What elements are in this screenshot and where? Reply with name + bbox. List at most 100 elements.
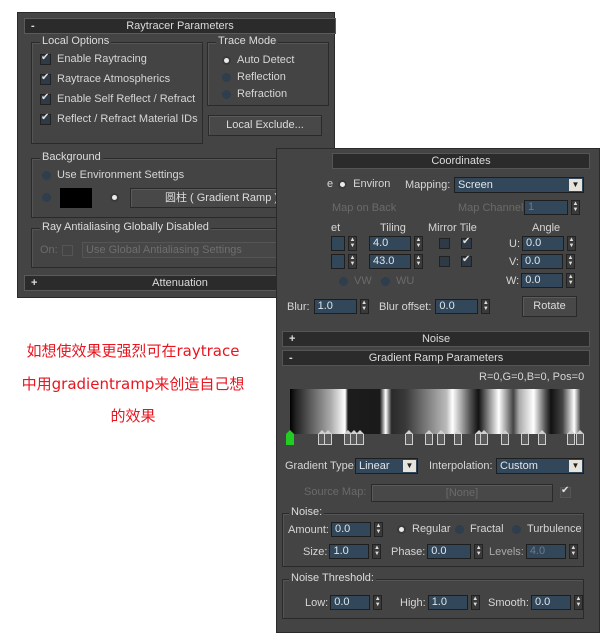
chevron-down-icon: ▼ <box>569 460 582 472</box>
tiling-u-field[interactable]: 4.0 ▲ ▼ <box>369 236 423 251</box>
source-map-button[interactable]: [None] <box>371 484 553 502</box>
field-label: Blur: <box>287 300 310 313</box>
spinner-icon[interactable]: ▲ ▼ <box>566 254 575 269</box>
map-channel-field[interactable]: 1 ▲ ▼ <box>524 200 580 215</box>
raytrace-atmospherics-checkbox[interactable]: Raytrace Atmospherics <box>40 72 170 85</box>
enable-self-reflect-checkbox[interactable]: Enable Self Reflect / Refract <box>40 92 195 105</box>
spinner-icon[interactable]: ▲ ▼ <box>566 273 576 288</box>
spinner-icon[interactable]: ▲ ▼ <box>372 544 382 559</box>
spinner-icon[interactable]: ▲ ▼ <box>373 522 383 537</box>
mapping-dropdown[interactable]: Screen ▼ <box>454 177 584 193</box>
spinner-icon[interactable]: ▲ ▼ <box>348 236 357 251</box>
noise-phase-field[interactable]: Phase: 0.0 ▲ ▼ <box>391 544 484 559</box>
spinner-icon[interactable]: ▲ ▼ <box>571 200 580 215</box>
spinner-icon[interactable]: ▲ ▼ <box>481 299 491 314</box>
spinner-icon[interactable]: ▲ ▼ <box>470 595 480 610</box>
spinner-icon[interactable]: ▲ ▼ <box>414 236 423 251</box>
refraction-radio[interactable]: Refraction <box>222 88 287 100</box>
use-environment-radio[interactable]: Use Environment Settings <box>42 169 184 181</box>
gradient-flag[interactable] <box>576 430 584 445</box>
spinner-icon[interactable]: ▲ ▼ <box>359 299 369 314</box>
field-value: 0.0 <box>427 544 472 559</box>
noise-rollout-header[interactable]: + Noise <box>282 331 590 347</box>
vw-radio[interactable]: VW <box>339 275 372 287</box>
reflection-radio[interactable]: Reflection <box>222 71 286 83</box>
blur-offset-field[interactable]: Blur offset: 0.0 ▲ ▼ <box>379 299 491 314</box>
field-label: Smooth: <box>488 596 529 609</box>
radio-label: Environ <box>353 178 391 190</box>
spinner-icon[interactable]: ▲ ▼ <box>567 236 576 251</box>
gradient-flag[interactable] <box>538 430 547 445</box>
gradient-flag[interactable] <box>454 430 463 445</box>
gradient-flag[interactable] <box>404 430 413 445</box>
threshold-high-field[interactable]: High: 1.0 ▲ ▼ <box>400 595 480 610</box>
material-ids-checkbox[interactable]: Reflect / Refract Material IDs <box>40 112 198 125</box>
gradient-flag[interactable] <box>567 430 576 445</box>
gradient-flag[interactable] <box>520 430 529 445</box>
source-map-label: Source Map: <box>304 486 367 498</box>
local-exclude-button[interactable]: Local Exclude... <box>208 115 322 136</box>
field-label: Low: <box>305 596 329 609</box>
field-value: 0.0 <box>522 236 564 251</box>
tiling-v-field[interactable]: 43.0 ▲ ▼ <box>369 254 423 269</box>
rotate-button[interactable]: Rotate <box>522 296 577 317</box>
angle-u-field[interactable]: U: 0.0 ▲ ▼ <box>509 236 576 251</box>
tile-u-checkbox[interactable] <box>461 236 472 249</box>
gradient-flag[interactable] <box>323 430 332 445</box>
dropdown-value: Use Global Antialiasing Settings <box>86 244 242 256</box>
radio-icon <box>381 276 390 286</box>
angle-v-field[interactable]: V: 0.0 ▲ ▼ <box>509 254 575 269</box>
interpolation-dropdown[interactable]: Custom ▼ <box>496 458 584 474</box>
dropdown-value: Custom <box>500 460 538 472</box>
threshold-low-field[interactable]: Low: 0.0 ▲ ▼ <box>305 595 383 610</box>
enable-raytracing-checkbox[interactable]: Enable Raytracing <box>40 52 147 65</box>
noise-levels-field[interactable]: Levels: 4.0 ▲ ▼ <box>489 544 578 559</box>
mirror-u-checkbox[interactable] <box>439 238 450 249</box>
regular-radio[interactable]: Regular <box>397 523 451 535</box>
trace-mode-title: Trace Mode <box>216 35 279 47</box>
wu-radio[interactable]: WU <box>381 275 414 287</box>
spinner-icon[interactable]: ▲ ▼ <box>373 595 383 610</box>
source-map-checkbox[interactable] <box>560 485 571 498</box>
spinner-icon[interactable]: ▲ ▼ <box>474 544 484 559</box>
raytracer-title: Raytracer Parameters <box>126 20 234 32</box>
gradient-flag[interactable] <box>355 430 364 445</box>
gradient-type-dropdown[interactable]: Linear ▼ <box>355 458 418 474</box>
blur-field[interactable]: Blur: 1.0 ▲ ▼ <box>287 299 369 314</box>
noise-size-field[interactable]: Size: 1.0 ▲ ▼ <box>303 544 382 559</box>
tile-v-checkbox[interactable] <box>461 254 472 267</box>
threshold-smooth-field[interactable]: Smooth: 0.0 ▲ ▼ <box>488 595 583 610</box>
background-color-swatch[interactable] <box>60 188 92 208</box>
gradient-flag[interactable] <box>480 430 489 445</box>
fractal-radio[interactable]: Fractal <box>455 523 504 535</box>
turbulence-radio[interactable]: Turbulence <box>512 523 582 535</box>
spinner-icon[interactable]: ▲ ▼ <box>568 544 578 559</box>
antialiasing-on-checkbox[interactable]: On: <box>40 244 79 256</box>
color-radio[interactable] <box>42 193 57 202</box>
angle-w-field[interactable]: W: 0.0 ▲ ▼ <box>506 273 576 288</box>
gradient-flag[interactable] <box>436 430 445 445</box>
spinner-icon[interactable]: ▲ ▼ <box>573 595 583 610</box>
offset-v-field[interactable]: ▲ ▼ <box>331 254 357 269</box>
gradient-flag[interactable] <box>500 430 509 445</box>
gradient-flag-track[interactable] <box>286 430 584 448</box>
field-label: Amount: <box>288 523 329 536</box>
environ-radio[interactable]: e Environ <box>327 178 390 190</box>
mirror-v-checkbox[interactable] <box>439 256 450 267</box>
radio-icon <box>222 89 231 99</box>
field-value: 43.0 <box>369 254 411 269</box>
offset-u-field[interactable]: ▲ ▼ <box>331 236 357 251</box>
raytracer-rollout-header[interactable]: - Raytracer Parameters <box>24 18 336 34</box>
spinner-icon[interactable]: ▲ ▼ <box>414 254 423 269</box>
coordinates-rollout-header[interactable]: Coordinates <box>332 153 590 169</box>
map-radio[interactable] <box>110 193 125 202</box>
gradient-flag-selected[interactable] <box>286 430 294 445</box>
gradient-ramp-preview[interactable] <box>290 389 580 434</box>
antialiasing-dropdown[interactable]: Use Global Antialiasing Settings ▼ <box>82 242 297 258</box>
auto-detect-radio[interactable]: Auto Detect <box>222 54 294 66</box>
gradient-flag[interactable] <box>425 430 434 445</box>
spinner-icon[interactable]: ▲ ▼ <box>348 254 357 269</box>
gradient-ramp-rollout-header[interactable]: - Gradient Ramp Parameters <box>282 350 590 366</box>
local-options-group: Local Options Enable Raytracing Raytrace… <box>31 35 203 144</box>
noise-amount-field[interactable]: Amount: 0.0 ▲ ▼ <box>288 522 383 537</box>
